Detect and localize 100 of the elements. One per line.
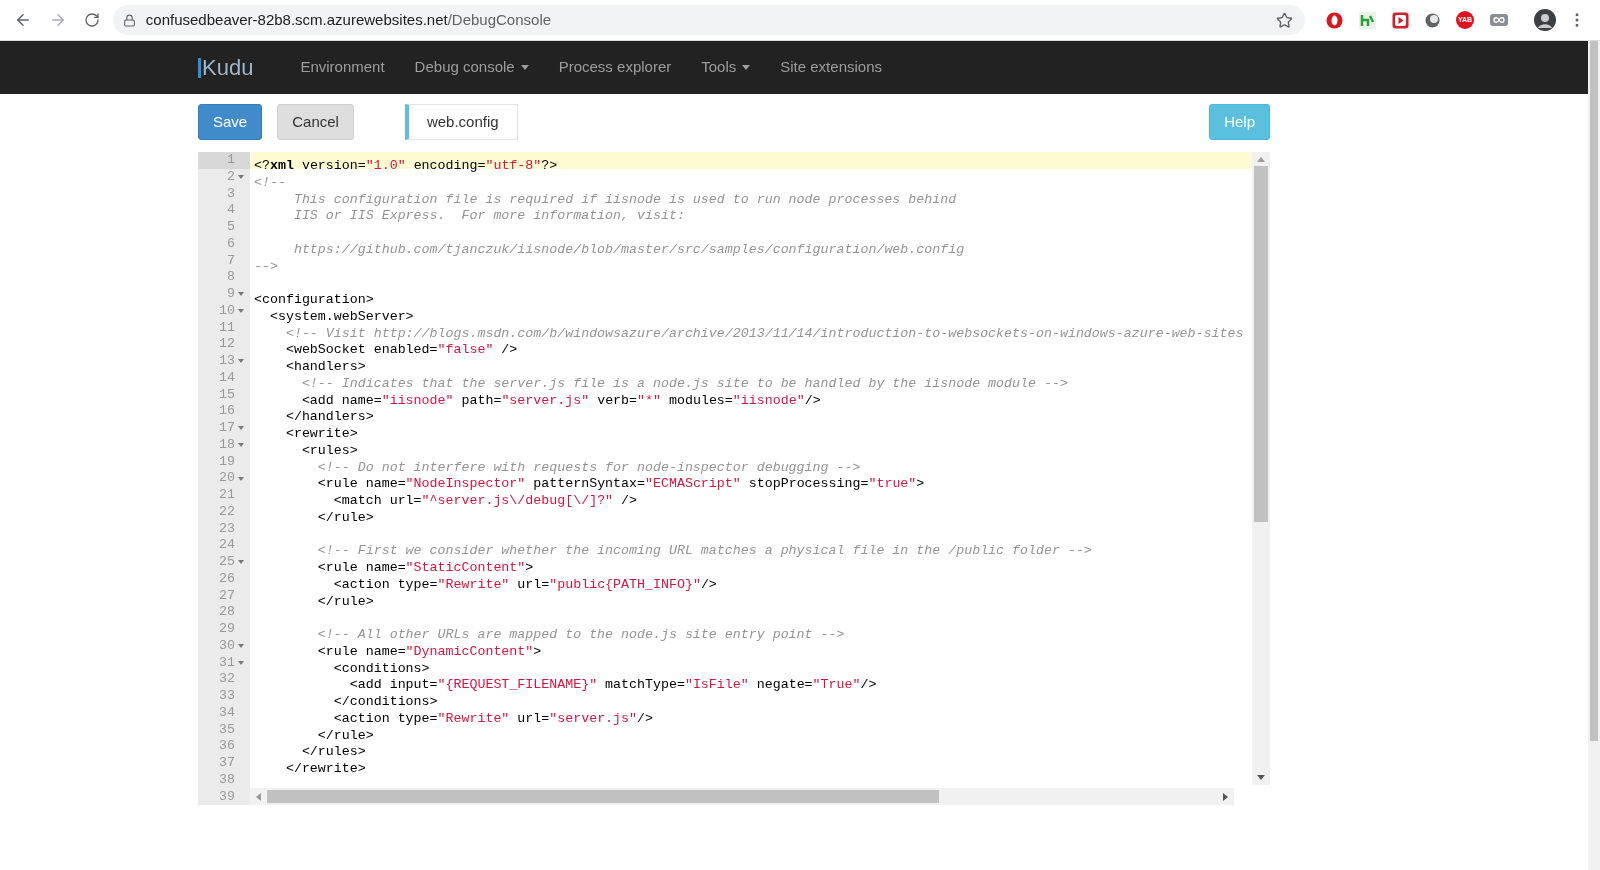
line-number: 4: [226, 202, 235, 219]
reload-icon[interactable]: [83, 12, 100, 28]
nav-link[interactable]: Debug console: [399, 56, 544, 79]
fold-arrow-icon[interactable]: [238, 292, 244, 297]
line-number: 23: [218, 520, 235, 538]
line-number: 29: [218, 621, 235, 638]
scroll-up-icon[interactable]: [1257, 157, 1265, 162]
code-line: <rule name="StaticContent">: [316, 560, 534, 575]
fold-arrow-icon[interactable]: [238, 560, 244, 565]
line-number: 33: [218, 688, 235, 705]
line-number: 34: [218, 704, 235, 722]
caret-icon: [742, 65, 751, 70]
code-line: </conditions>: [332, 694, 438, 709]
lock-icon: [122, 13, 136, 27]
line-number: 2: [226, 168, 235, 186]
code-line: <system.webServer>: [268, 308, 414, 324]
file-tab[interactable]: web.config: [404, 104, 518, 140]
code-line: <add input="{REQUEST_FILENAME}" matchType="IsFile" negate="True"/>: [348, 677, 877, 693]
code-line: <configuration>: [254, 292, 374, 307]
fold-arrow-icon[interactable]: [238, 359, 244, 364]
line-number: 5: [226, 219, 235, 236]
code-line: <webSocket enabled="false" />: [284, 342, 518, 358]
line-number: 27: [218, 587, 235, 605]
fold-arrow-icon[interactable]: [238, 175, 244, 180]
code-line: <match url="^server.js\/debug[\/]?" />: [332, 493, 638, 508]
line-number: 31: [218, 654, 235, 672]
circle-extension-icon[interactable]: [1425, 12, 1440, 28]
fold-arrow-icon[interactable]: [238, 476, 244, 481]
avatar-icon[interactable]: [1534, 9, 1556, 31]
code-line: This configuration file is required if iisnode is used to run node processes behind: [292, 191, 957, 207]
code-line: <rule name="NodeInspector" patternSyntax="ECMAScript" stopProcessing="true">: [316, 476, 925, 492]
line-number: 25: [218, 554, 235, 571]
line-number: 18: [218, 436, 235, 454]
cancel-button[interactable]: Cancel: [277, 104, 354, 140]
play-square-extension-icon[interactable]: [1392, 11, 1409, 29]
scroll-right-icon[interactable]: [1223, 792, 1228, 801]
nav-link[interactable]: Site extensions: [765, 56, 897, 79]
line-number: 6: [226, 235, 235, 253]
code-line: </rewrite>: [284, 761, 366, 776]
o-extension-icon[interactable]: [1326, 11, 1343, 29]
code-line: </rule>: [316, 593, 374, 609]
line-number: 37: [218, 755, 235, 772]
nav-link[interactable]: Process explorer: [543, 56, 687, 79]
line-number: 28: [218, 604, 235, 621]
line-number: 26: [218, 570, 235, 588]
vertical-scrollbar[interactable]: [1252, 152, 1270, 785]
line-number: 7: [226, 252, 235, 270]
address-bar[interactable]: confusedbeaver-82b8.scm.azurewebsites.net/DebugConsole: [112, 5, 1305, 35]
code-line: <add name="iisnode" path="server.js" verb="*" modules="iisnode"/>: [300, 392, 821, 408]
line-number: 11: [218, 319, 235, 337]
line-number: 38: [218, 771, 235, 789]
code-line: <conditions>: [332, 660, 430, 676]
code-line: <rule name="DynamicContent">: [316, 643, 542, 659]
code-line: </handlers>: [284, 409, 374, 425]
url-text: confusedbeaver-82b8.scm.azurewebsites.net/DebugConsole: [145, 9, 552, 30]
fold-arrow-icon[interactable]: [238, 426, 244, 431]
line-number: 35: [218, 721, 235, 739]
code-line: -->: [254, 258, 278, 274]
code-editor[interactable]: [198, 152, 1270, 806]
save-button[interactable]: Save: [198, 104, 263, 140]
nav-link[interactable]: Environment: [285, 56, 400, 79]
back-icon[interactable]: [14, 11, 32, 29]
line-number: 1: [226, 152, 235, 169]
line-number: 30: [218, 637, 235, 655]
code-line: <!-- Visit http://blogs.msdn.com/b/windowsazure/archive/2013/11/14/introduction-to-websockets-on-windows-azure-web-sites: [284, 325, 1244, 341]
star-icon[interactable]: [1276, 11, 1293, 29]
infinity-extension-icon[interactable]: [1490, 14, 1508, 26]
code-line: <handlers>: [284, 359, 366, 374]
fold-arrow-icon[interactable]: [238, 660, 244, 665]
line-number: 17: [218, 420, 235, 437]
code-line: <!--: [254, 174, 286, 190]
kudu-logo[interactable]: Kudu: [198, 57, 254, 78]
line-number: 9: [226, 286, 235, 303]
scroll-left-icon[interactable]: [256, 792, 261, 801]
scroll-down-icon[interactable]: [1257, 775, 1265, 780]
horizontal-scrollbar[interactable]: [250, 788, 1234, 806]
line-number: 24: [218, 537, 235, 554]
line-number: 19: [218, 453, 235, 471]
line-number: 16: [218, 403, 235, 420]
line-number: 21: [218, 487, 235, 504]
page-scrollbar[interactable]: [1588, 41, 1600, 870]
line-number: 36: [218, 738, 235, 755]
fold-arrow-icon[interactable]: [238, 443, 244, 448]
scrollbar-thumb[interactable]: [1254, 166, 1268, 522]
line-number: 15: [218, 386, 235, 404]
line-number: 22: [218, 503, 235, 521]
scrollbar-thumb[interactable]: [1590, 41, 1598, 741]
scrollbar-thumb[interactable]: [267, 790, 939, 804]
line-number: 12: [218, 336, 235, 353]
chart-extension-icon[interactable]: [1359, 11, 1376, 29]
line-number: 20: [218, 470, 235, 487]
line-number: 39: [218, 788, 235, 806]
caret-icon: [520, 65, 529, 70]
nav-link[interactable]: Tools: [686, 56, 766, 79]
fold-arrow-icon[interactable]: [238, 309, 244, 314]
fold-arrow-icon[interactable]: [238, 644, 244, 649]
code-line: <!-- Indicates that the server.js file is a node.js site to be handled by the iisnode module -->: [300, 375, 1068, 391]
line-number: 14: [218, 369, 235, 387]
code-line: </rule>: [316, 727, 374, 743]
code-line: <!-- Do not interfere with requests for node-inspector debugging -->: [316, 459, 861, 475]
